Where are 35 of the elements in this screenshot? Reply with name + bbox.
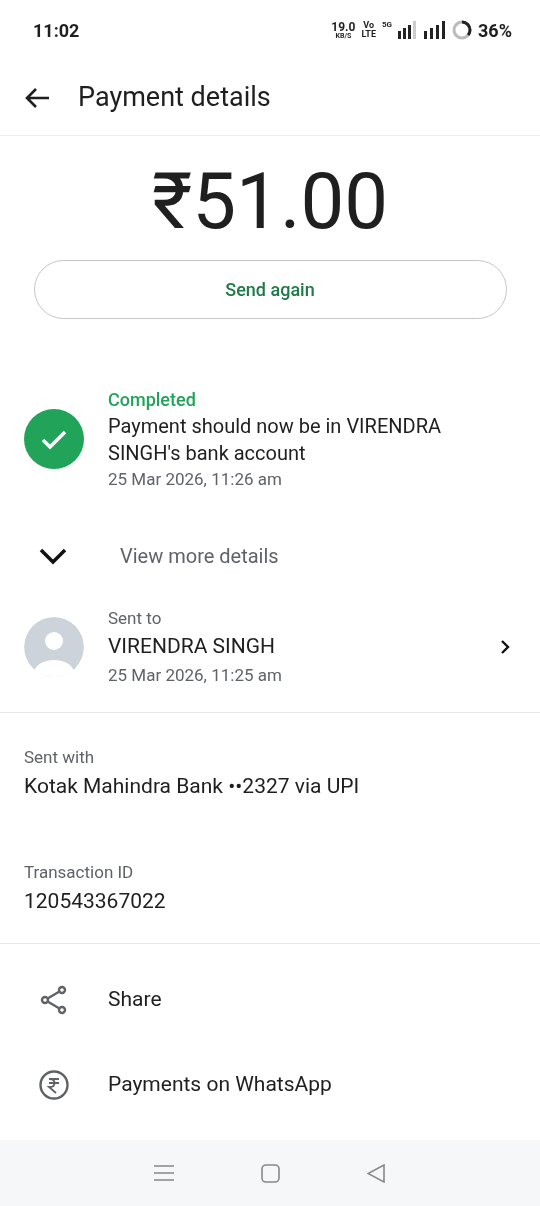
battery-ring-icon bbox=[452, 20, 473, 40]
recipient-row[interactable]: Sent to VIRENDRA SINGH 25 Mar 2026, 11:25 am bbox=[0, 605, 540, 713]
net-speed-value: 19.0 bbox=[331, 20, 356, 33]
avatar-icon bbox=[24, 616, 84, 677]
view-more-details-button[interactable]: View more details bbox=[0, 525, 540, 586]
share-icon bbox=[39, 984, 69, 1015]
action-item[interactable]: Share bbox=[0, 957, 540, 1042]
recipient-time: 25 Mar 2026, 11:25 am bbox=[108, 663, 283, 687]
back-arrow-icon bbox=[24, 86, 50, 109]
network-type: 5G bbox=[382, 18, 393, 31]
status-time: 11:02 bbox=[33, 18, 80, 43]
lte-label: LTE bbox=[361, 30, 376, 39]
payment-amount: ₹51.00 bbox=[151, 163, 389, 241]
back-triangle-icon[interactable] bbox=[367, 1163, 387, 1183]
signal-icon bbox=[424, 21, 447, 39]
volte-label: Vo bbox=[363, 21, 375, 30]
home-square-icon[interactable] bbox=[261, 1163, 280, 1183]
action-item[interactable]: Payments on WhatsApp bbox=[0, 1042, 540, 1127]
chevron-down-icon bbox=[38, 546, 68, 565]
menu-icon[interactable] bbox=[153, 1164, 174, 1182]
status-message: Payment should now be in VIRENDRA SINGH's bank account bbox=[108, 413, 442, 467]
sent-with-label: Sent with bbox=[24, 746, 96, 769]
recipient-name: VIRENDRA SINGH bbox=[108, 633, 276, 660]
rupee-icon bbox=[38, 1068, 70, 1101]
check-circle-icon bbox=[24, 409, 84, 469]
sent-to-label: Sent to bbox=[108, 606, 163, 630]
bank-account: Kotak Mahindra Bank ••2327 via UPI bbox=[24, 772, 361, 800]
battery-percent: 36% bbox=[478, 18, 512, 43]
transaction-id-label: Transaction ID bbox=[24, 861, 135, 884]
transaction-id: 120543367022 bbox=[24, 887, 167, 915]
chevron-right-icon bbox=[500, 638, 510, 655]
page-title: Payment details bbox=[78, 80, 271, 116]
signal-icon bbox=[398, 21, 419, 39]
status-label: Completed bbox=[108, 388, 197, 412]
status-time: 25 Mar 2026, 11:26 am bbox=[108, 468, 283, 491]
